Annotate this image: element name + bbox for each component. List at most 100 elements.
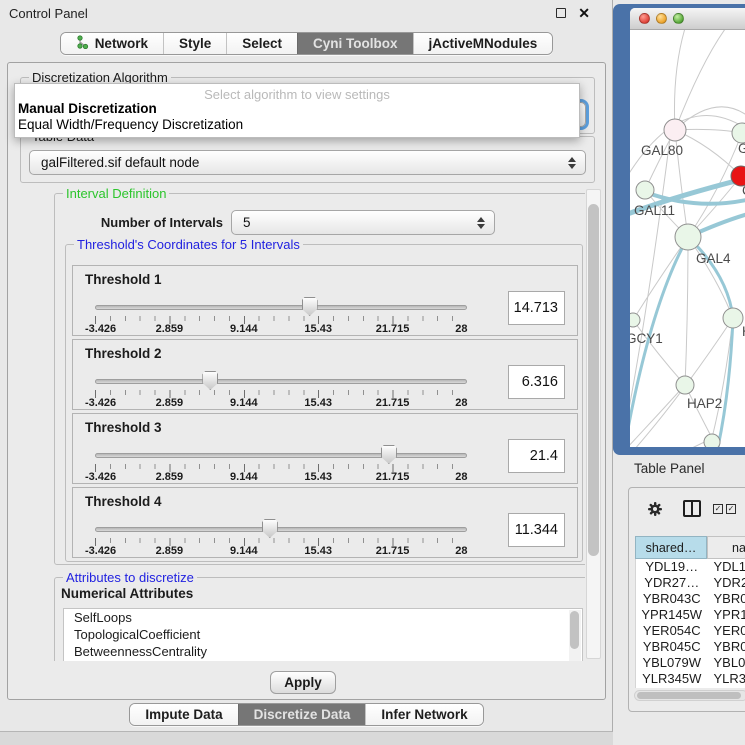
network-icon	[76, 35, 89, 52]
threshold-1-slider[interactable]: -3.4262.8599.14415.4321.71528	[95, 296, 467, 334]
threshold-2-slider[interactable]: -3.4262.8599.14415.4321.71528	[95, 370, 467, 408]
tab-infer-network[interactable]: Infer Network	[365, 704, 482, 725]
tick-label: 2.859	[156, 397, 184, 409]
top-tab-bar: Network Style Select Cyni Toolbox jActiv…	[0, 32, 613, 55]
slider-track[interactable]	[95, 453, 467, 458]
tick-label: -3.426	[85, 545, 116, 557]
checkbox-icon[interactable]: ✓	[726, 504, 736, 514]
tab-impute-data[interactable]: Impute Data	[130, 704, 237, 725]
popup-item-manual-discretization[interactable]: Manual Discretization	[15, 101, 579, 117]
tick-label: 2.859	[156, 471, 184, 483]
node-clipped-top-right[interactable]	[732, 123, 745, 143]
node-label-clipped-g: G	[738, 141, 745, 156]
bottom-tab-bar: Impute Data Discretize Data Infer Networ…	[0, 703, 613, 726]
attributes-list-scrollbar[interactable]	[569, 610, 581, 661]
slider-thumb[interactable]	[302, 297, 318, 316]
threshold-4-value-field[interactable]	[508, 513, 565, 547]
table-row[interactable]: YBL079WYBL0	[636, 655, 745, 671]
close-traffic-light-icon[interactable]	[639, 13, 650, 24]
list-item-topologicalcoefficient[interactable]: TopologicalCoefficient	[64, 626, 582, 643]
tab-style-label: Style	[179, 36, 211, 51]
table-panel: ✓ ✓ shared… na YDL19…YDL1 YDR27…YDR2 YBR…	[628, 487, 745, 712]
slider-track[interactable]	[95, 379, 467, 384]
table-data-combobox[interactable]: galFiltered.sif default node	[29, 150, 586, 175]
tab-jactivemnodules[interactable]: jActiveMNodules	[413, 33, 553, 54]
cell-shared-name: YDL19…	[636, 559, 708, 575]
network-window-titlebar[interactable]	[630, 8, 745, 30]
table-row[interactable]: YBR043CYBR0	[636, 591, 745, 607]
threshold-3-value-field[interactable]	[508, 439, 565, 473]
table-row[interactable]: YDR27…YDR2	[636, 575, 745, 591]
checkbox-icon[interactable]: ✓	[713, 504, 723, 514]
column-header-name[interactable]: na	[707, 536, 745, 559]
tick-label: 15.43	[304, 471, 332, 483]
tab-select-label: Select	[242, 36, 282, 51]
cell-name: YBL0	[708, 655, 745, 671]
apply-button[interactable]: Apply	[270, 671, 336, 694]
network-canvas[interactable]: GAL80 G C GAL11 GAL4 GCY1 H HAP2	[630, 30, 745, 447]
node-gal11[interactable]	[636, 181, 654, 199]
minimize-traffic-light-icon[interactable]	[656, 13, 667, 24]
interval-definition-group: Interval Definition Number of Intervals …	[54, 193, 585, 565]
scrollbar-thumb[interactable]	[570, 611, 579, 649]
scrollbar-thumb[interactable]	[588, 204, 599, 556]
slider-thumb[interactable]	[381, 445, 397, 464]
node-right-mid[interactable]	[723, 308, 743, 328]
column-header-shared-name[interactable]: shared…	[635, 536, 707, 559]
node-label-gal4: GAL4	[696, 251, 731, 266]
table-data-combobox-value: galFiltered.sif default node	[41, 155, 199, 170]
scrollbar-thumb[interactable]	[637, 692, 741, 699]
list-item-selfloops[interactable]: SelfLoops	[64, 609, 582, 626]
tick-label: 28	[455, 471, 467, 483]
popup-placeholder-item[interactable]: Select algorithm to view settings	[15, 84, 579, 101]
slider-thumb[interactable]	[202, 371, 218, 390]
slider-thumb[interactable]	[262, 519, 278, 538]
number-of-intervals-combobox[interactable]: 5	[231, 210, 495, 235]
node-clipped-bottom[interactable]	[704, 434, 720, 447]
tab-cyni-toolbox[interactable]: Cyni Toolbox	[297, 33, 413, 54]
tick-label: -3.426	[85, 471, 116, 483]
slider-track[interactable]	[95, 305, 467, 310]
settings-scroll-viewport: Interval Definition Number of Intervals …	[15, 187, 585, 661]
table-row[interactable]: YBR045CYBR0	[636, 639, 745, 655]
table-horizontal-scrollbar[interactable]	[634, 690, 745, 701]
number-of-intervals-value: 5	[243, 215, 251, 230]
threshold-1-value-field[interactable]	[508, 291, 565, 325]
tab-discretize-data-label: Discretize Data	[254, 707, 351, 722]
close-icon[interactable]: ✕	[578, 5, 590, 22]
table-row[interactable]: YIL053CYIL0	[636, 687, 745, 688]
cell-shared-name: YDR27…	[636, 575, 708, 591]
tab-network[interactable]: Network	[61, 33, 163, 54]
zoom-traffic-light-icon[interactable]	[673, 13, 684, 24]
slider-tick-labels: -3.4262.8599.14415.4321.71528	[95, 397, 467, 409]
columns-icon[interactable]	[683, 500, 701, 517]
tab-style[interactable]: Style	[163, 33, 226, 54]
table-row[interactable]: YDL19…YDL1	[636, 559, 745, 575]
table-row[interactable]: YLR345WYLR3	[636, 671, 745, 687]
attributes-group: Attributes to discretize Numerical Attri…	[54, 577, 585, 661]
number-of-intervals-row: Number of Intervals 5	[55, 210, 585, 236]
list-item-betweennesscentrality[interactable]: BetweennessCentrality	[64, 643, 582, 660]
threshold-4-slider[interactable]: -3.4262.8599.14415.4321.71528	[95, 518, 467, 556]
table-row[interactable]: YER054CYER0	[636, 623, 745, 639]
threshold-3-slider[interactable]: -3.4262.8599.14415.4321.71528	[95, 444, 467, 482]
node-gal4[interactable]	[675, 224, 701, 250]
node-gal80[interactable]	[664, 119, 686, 141]
tab-discretize-data[interactable]: Discretize Data	[238, 704, 366, 725]
node-gcy1[interactable]	[630, 313, 640, 327]
popup-item-equal-width-frequency[interactable]: Equal Width/Frequency Discretization	[15, 117, 579, 133]
tab-select[interactable]: Select	[226, 33, 297, 54]
gear-icon[interactable]	[647, 501, 663, 520]
node-table-rows: YDL19…YDL1 YDR27…YDR2 YBR043CYBR0 YPR145…	[635, 559, 745, 688]
threshold-2-value-field[interactable]	[508, 365, 565, 399]
slider-track[interactable]	[95, 527, 467, 532]
settings-vertical-scrollbar[interactable]	[586, 189, 601, 659]
tick-label: 15.43	[304, 323, 332, 335]
float-window-icon[interactable]	[556, 8, 566, 18]
cell-shared-name: YLR345W	[636, 671, 708, 687]
threshold-4-label: Threshold 4	[85, 494, 162, 509]
node-hap2[interactable]	[676, 376, 694, 394]
table-panel-toolbar: ✓ ✓	[629, 488, 745, 532]
table-row[interactable]: YPR145WYPR1	[636, 607, 745, 623]
control-panel-window: Control Panel ✕ Network Style Select Cyn…	[0, 0, 613, 732]
